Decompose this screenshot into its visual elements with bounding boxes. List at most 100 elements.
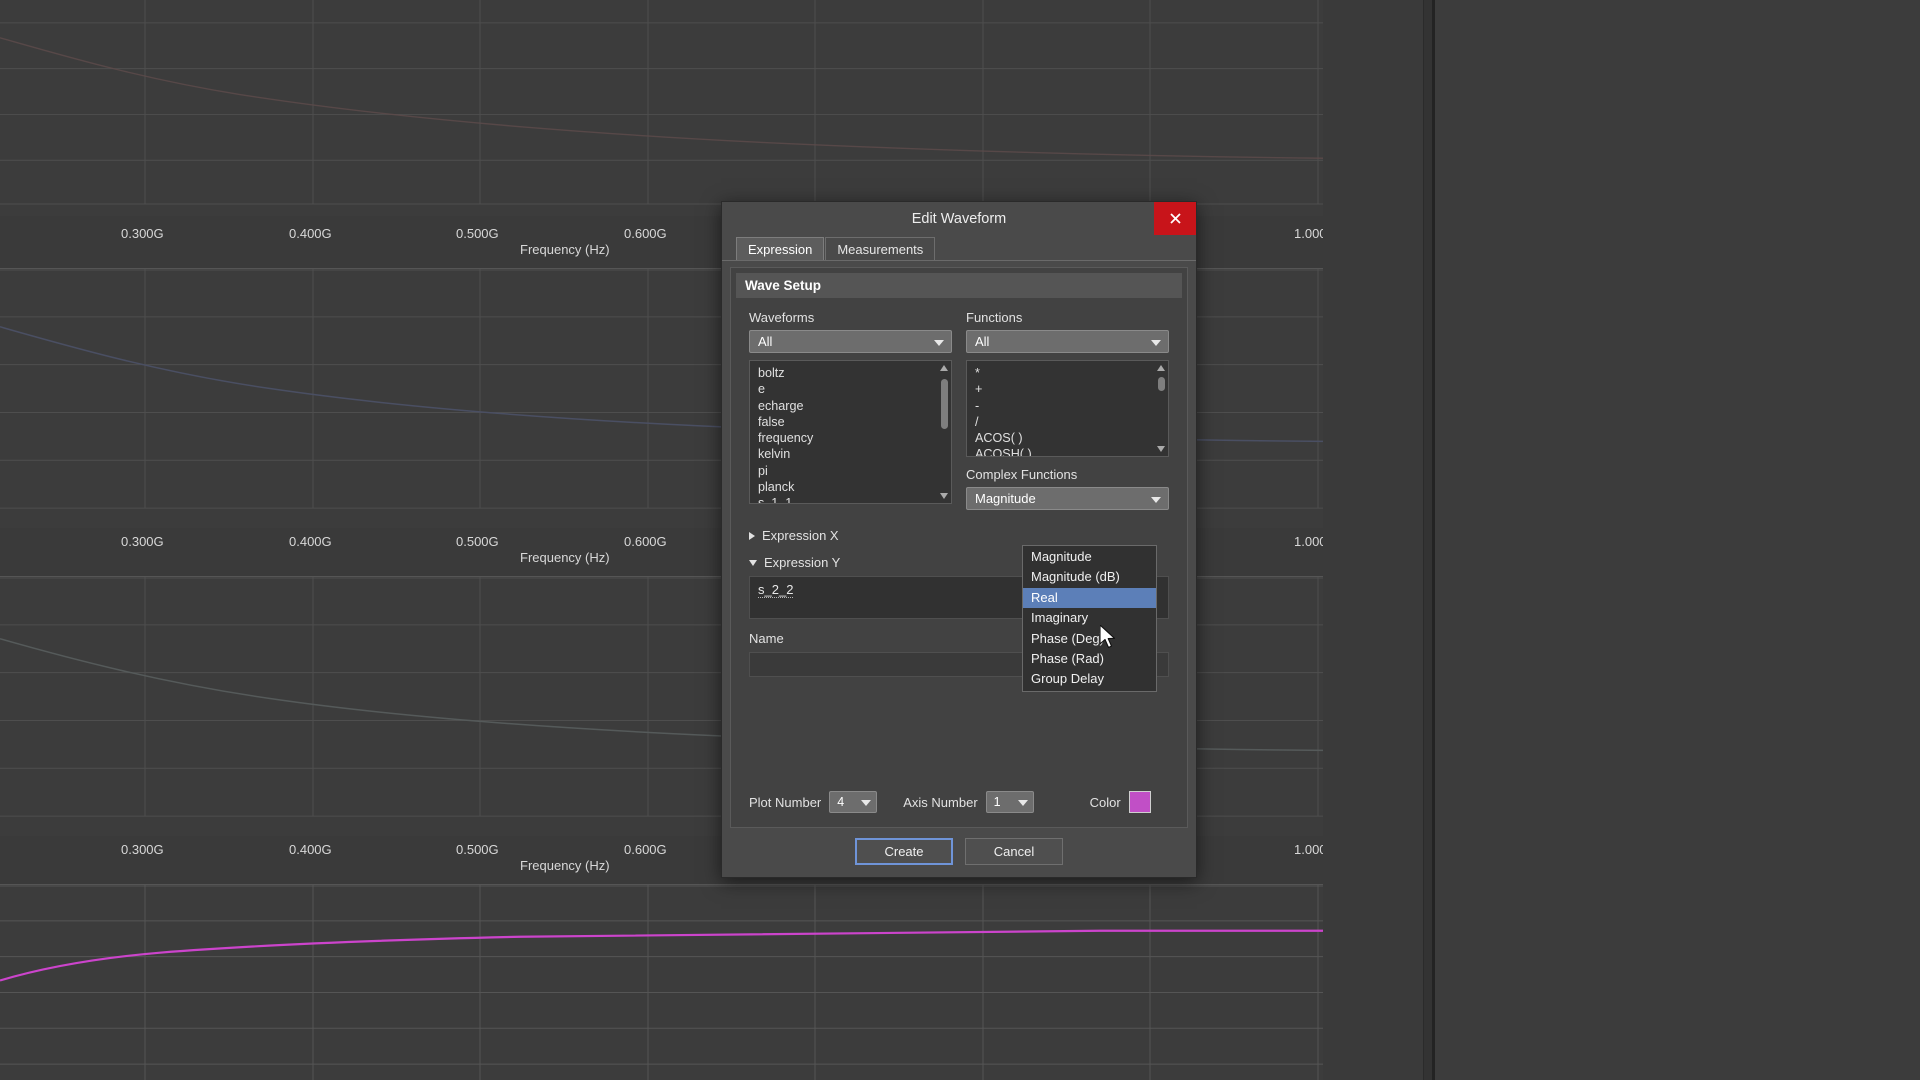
plot1-tick-0600G: 0.600G — [624, 226, 667, 241]
waveforms-column: Waveforms All boltz e echarge false freq… — [749, 310, 952, 510]
axis-number-label: Axis Number — [903, 795, 977, 810]
plot2-tick-0300G: 0.300G — [121, 534, 164, 549]
waveforms-label: Waveforms — [749, 310, 952, 325]
tab-measurements[interactable]: Measurements — [825, 237, 935, 260]
chevron-down-icon — [1151, 340, 1161, 346]
chevron-down-icon — [1018, 800, 1028, 806]
list-item[interactable]: ACOSH( ) — [975, 446, 1168, 457]
create-button[interactable]: Create — [855, 838, 953, 865]
scroll-down-icon[interactable] — [1157, 446, 1165, 452]
list-item[interactable]: false — [758, 414, 951, 430]
list-item[interactable]: planck — [758, 479, 951, 495]
list-item[interactable]: - — [975, 398, 1168, 414]
setup-columns: Waveforms All boltz e echarge false freq… — [731, 298, 1187, 510]
plot3-tick-0400G: 0.400G — [289, 842, 332, 857]
expression-y-value: s_2_2 — [758, 582, 793, 598]
plot3-tick-0300G: 0.300G — [121, 842, 164, 857]
expression-x-label: Expression X — [762, 528, 839, 543]
complex-functions-select[interactable]: Magnitude — [966, 487, 1169, 510]
functions-listbox[interactable]: * + - / ACOS( ) ACOSH( ) — [966, 360, 1169, 457]
plot-grid-1 — [0, 0, 1323, 216]
plot2-tick-0500G: 0.500G — [456, 534, 499, 549]
dialog-footer: Create Cancel — [722, 825, 1196, 877]
list-item[interactable]: kelvin — [758, 446, 951, 462]
functions-scrollbar[interactable] — [1155, 361, 1168, 456]
plot-right-gutter — [1323, 0, 1432, 1080]
list-item[interactable]: * — [975, 365, 1168, 381]
list-item[interactable]: e — [758, 381, 951, 397]
color-label: Color — [1090, 795, 1121, 810]
list-item[interactable]: / — [975, 414, 1168, 430]
functions-label: Functions — [966, 310, 1169, 325]
list-item[interactable]: echarge — [758, 398, 951, 414]
list-item[interactable]: boltz — [758, 365, 951, 381]
waveforms-scrollbar[interactable] — [938, 361, 951, 503]
scroll-up-icon[interactable] — [940, 365, 948, 371]
plot-grid-4 — [0, 885, 1323, 1080]
dropdown-option-phase-rad[interactable]: Phase (Rad) — [1023, 649, 1156, 669]
dialog-titlebar[interactable]: Edit Waveform — [722, 202, 1196, 235]
functions-column: Functions All * + - / ACOS( ) ACOSH( ) — [966, 310, 1169, 510]
functions-items: * + - / ACOS( ) ACOSH( ) — [967, 361, 1168, 457]
plot2-axis-title: Frequency (Hz) — [520, 550, 610, 565]
edit-waveform-dialog: Edit Waveform Expression Measurements Wa… — [721, 201, 1197, 878]
plot1-tick-0300G: 0.300G — [121, 226, 164, 241]
dialog-title: Edit Waveform — [912, 211, 1007, 227]
chevron-down-icon — [934, 340, 944, 346]
wave-setup-header: Wave Setup — [736, 273, 1182, 298]
plot-pane-4[interactable] — [0, 884, 1323, 1080]
scrollbar-thumb[interactable] — [941, 379, 948, 429]
cancel-button[interactable]: Cancel — [965, 838, 1063, 865]
plot-number-select[interactable]: 4 — [829, 791, 877, 813]
dropdown-option-magnitude-db[interactable]: Magnitude (dB) — [1023, 567, 1156, 587]
dropdown-option-imaginary[interactable]: Imaginary — [1023, 608, 1156, 628]
dropdown-option-group-delay[interactable]: Group Delay — [1023, 669, 1156, 689]
list-item[interactable]: + — [975, 381, 1168, 397]
plot3-axis-title: Frequency (Hz) — [520, 858, 610, 873]
scroll-down-icon[interactable] — [940, 493, 948, 499]
plot3-tick-0600G: 0.600G — [624, 842, 667, 857]
plot1-axis-title: Frequency (Hz) — [520, 242, 610, 257]
axis-number-select[interactable]: 1 — [986, 791, 1034, 813]
plot-number-value: 4 — [837, 795, 844, 809]
chevron-down-icon — [861, 800, 871, 806]
expression-y-label: Expression Y — [764, 555, 840, 570]
plot-pane-1[interactable] — [0, 0, 1323, 216]
list-item[interactable]: pi — [758, 463, 951, 479]
plot-axis-color-row: Plot Number 4 Axis Number 1 Color — [749, 791, 1169, 813]
list-item[interactable]: frequency — [758, 430, 951, 446]
close-icon[interactable] — [1154, 202, 1196, 235]
list-item[interactable]: ACOS( ) — [975, 430, 1168, 446]
waveforms-items: boltz e echarge false frequency kelvin p… — [750, 361, 951, 504]
app-root: 0.300G 0.400G 0.500G 0.600G 1.000G Frequ… — [0, 0, 1920, 1080]
plot1-tick-0400G: 0.400G — [289, 226, 332, 241]
waveforms-filter-select[interactable]: All — [749, 330, 952, 353]
chevron-down-icon — [1151, 497, 1161, 503]
functions-filter-select[interactable]: All — [966, 330, 1169, 353]
axis-number-value: 1 — [994, 795, 1001, 809]
plot1-tick-0500G: 0.500G — [456, 226, 499, 241]
complex-functions-label: Complex Functions — [966, 467, 1169, 482]
plot2-tick-0600G: 0.600G — [624, 534, 667, 549]
chevron-down-icon — [749, 560, 757, 566]
dropdown-option-real[interactable]: Real — [1023, 588, 1156, 608]
dialog-tabstrip: Expression Measurements — [722, 235, 1196, 261]
close-glyph — [1169, 212, 1182, 225]
scroll-up-icon[interactable] — [1157, 365, 1165, 371]
waveforms-filter-value: All — [758, 334, 772, 349]
plot2-tick-0400G: 0.400G — [289, 534, 332, 549]
dropdown-option-magnitude[interactable]: Magnitude — [1023, 547, 1156, 567]
waveform-plot-area: 0.300G 0.400G 0.500G 0.600G 1.000G Frequ… — [0, 0, 1432, 1080]
complex-functions-dropdown[interactable]: Magnitude Magnitude (dB) Real Imaginary … — [1022, 545, 1157, 692]
chevron-right-icon — [749, 532, 755, 540]
plot3-tick-0500G: 0.500G — [456, 842, 499, 857]
color-swatch[interactable] — [1129, 791, 1151, 813]
list-item[interactable]: s_1_1 — [758, 495, 951, 504]
scrollbar-thumb[interactable] — [1158, 377, 1165, 391]
tab-expression[interactable]: Expression — [736, 237, 824, 260]
waveforms-listbox[interactable]: boltz e echarge false frequency kelvin p… — [749, 360, 952, 504]
functions-filter-value: All — [975, 334, 989, 349]
expression-x-toggle[interactable]: Expression X — [731, 528, 1187, 543]
dropdown-option-phase-deg[interactable]: Phase (Deg) — [1023, 629, 1156, 649]
plot-number-label: Plot Number — [749, 795, 821, 810]
